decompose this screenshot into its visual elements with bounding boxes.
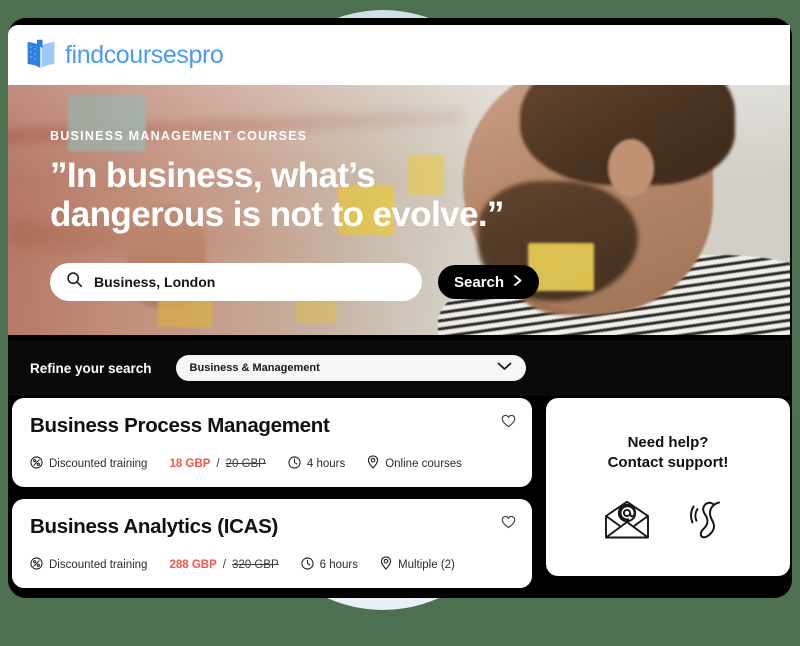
search-input-value: Business, London bbox=[94, 274, 216, 290]
map-pin-icon bbox=[380, 556, 392, 573]
course-title[interactable]: Business Process Management bbox=[30, 414, 514, 438]
hero-eyebrow: BUSINESS MANAGEMENT COURSES bbox=[50, 129, 308, 143]
price-separator: / bbox=[222, 558, 226, 571]
price-new: 288 GBP bbox=[169, 558, 217, 571]
support-title-line1: Need help? bbox=[627, 433, 709, 451]
map-pin-icon bbox=[367, 455, 379, 472]
course-duration: 4 hours bbox=[288, 455, 346, 472]
course-title[interactable]: Business Analytics (ICAS) bbox=[30, 515, 514, 539]
table-row[interactable]: Business Analytics (ICAS) Discounted tra… bbox=[12, 499, 532, 588]
course-list: Business Process Management Discounted t… bbox=[12, 398, 532, 588]
category-select-value: Business & Management bbox=[189, 362, 320, 374]
site-header: findcoursespro bbox=[8, 25, 790, 85]
discount-label: Discounted training bbox=[49, 558, 148, 571]
course-meta: Discounted training 18 GBP / 20 GBP 4 ho… bbox=[30, 455, 514, 472]
course-location: Multiple (2) bbox=[380, 556, 455, 573]
course-meta: Discounted training 288 GBP / 320 GBP 6 … bbox=[30, 556, 514, 573]
hero-search-row: Business, London Search bbox=[50, 263, 540, 301]
search-input[interactable]: Business, London bbox=[50, 263, 422, 301]
discount-icon bbox=[30, 556, 43, 573]
heart-icon[interactable] bbox=[501, 515, 516, 529]
search-button-label: Search bbox=[454, 273, 505, 291]
price-old: 20 GBP bbox=[225, 457, 266, 470]
discount-label: Discounted training bbox=[49, 457, 148, 470]
chevron-right-icon bbox=[512, 274, 523, 291]
refine-label: Refine your search bbox=[30, 360, 152, 376]
refine-bar: Refine your search Business & Management bbox=[8, 340, 790, 396]
course-location-label: Online courses bbox=[385, 457, 462, 470]
heart-icon[interactable] bbox=[501, 414, 516, 428]
price-separator: / bbox=[216, 457, 220, 470]
support-title-line2: Contact support! bbox=[607, 454, 729, 471]
discount-badge: Discounted training bbox=[30, 556, 148, 573]
clock-icon bbox=[288, 455, 301, 472]
category-select[interactable]: Business & Management bbox=[175, 355, 526, 381]
course-duration-label: 6 hours bbox=[319, 558, 358, 571]
results-area: Business Process Management Discounted t… bbox=[8, 398, 790, 588]
course-duration: 6 hours bbox=[301, 556, 358, 573]
course-price: 288 GBP / 320 GBP bbox=[169, 559, 278, 571]
course-location: Online courses bbox=[367, 455, 462, 472]
price-new: 18 GBP bbox=[169, 457, 211, 470]
clock-icon bbox=[301, 556, 314, 573]
brand-logo[interactable]: findcoursespro bbox=[26, 39, 224, 71]
phone-ringing-icon[interactable] bbox=[689, 499, 733, 541]
search-button[interactable]: Search bbox=[438, 265, 540, 299]
hero-banner: BUSINESS MANAGEMENT COURSES ”In business… bbox=[8, 85, 790, 335]
discount-badge: Discounted training bbox=[30, 455, 148, 472]
price-old: 320 GBP bbox=[231, 558, 279, 571]
brand-name: findcoursespro bbox=[65, 40, 224, 69]
support-card: Need help? Contact support! bbox=[546, 398, 790, 576]
course-duration-label: 4 hours bbox=[306, 457, 346, 470]
table-row[interactable]: Business Process Management Discounted t… bbox=[12, 398, 532, 487]
support-contact-icons bbox=[603, 499, 733, 541]
open-book-icon bbox=[26, 39, 56, 71]
discount-icon bbox=[30, 455, 43, 472]
chevron-down-icon bbox=[497, 362, 512, 374]
support-title: Need help? Contact support! bbox=[608, 433, 729, 474]
course-price: 18 GBP / 20 GBP bbox=[169, 458, 265, 470]
course-location-label: Multiple (2) bbox=[398, 558, 455, 571]
hero-headline: ”In business, what’s dangerous is not to… bbox=[50, 156, 504, 235]
envelope-at-icon[interactable] bbox=[603, 500, 651, 540]
search-icon bbox=[66, 271, 83, 293]
